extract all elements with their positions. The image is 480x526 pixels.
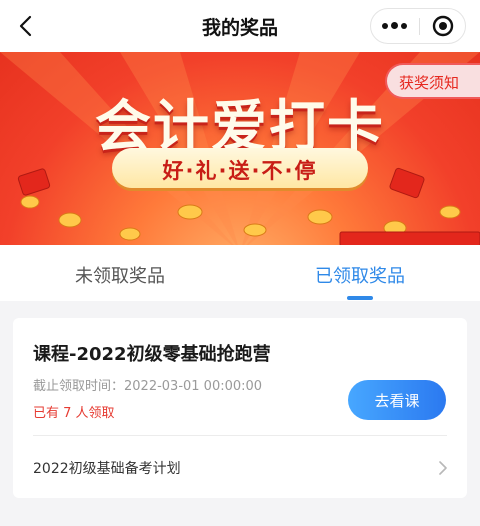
tab-unclaimed[interactable]: 未领取奖品: [40, 262, 200, 288]
target-icon[interactable]: [420, 9, 466, 43]
prize-tabs: 未领取奖品 已领取奖品: [0, 245, 480, 301]
study-plan-label: 2022初级基础备考计划: [33, 461, 181, 477]
banner-slogan-pill: 好·礼·送·不·停: [112, 148, 368, 188]
nav-bar: 我的奖品: [0, 0, 480, 52]
more-dots-icon[interactable]: [371, 9, 419, 43]
promo-banner: 获奖须知 会计爱打卡 好·礼·送·不·停: [0, 52, 480, 245]
banner-slogan: 好·礼·送·不·停: [162, 159, 318, 183]
course-title: 课程-2022初级零基础抢跑营: [33, 344, 271, 365]
view-course-button[interactable]: 去看课: [348, 380, 446, 420]
prize-card: 课程-2022初级零基础抢跑营 截止领取时间：2022-03-01 00:00:…: [13, 318, 467, 498]
claimed-count: 已有 7 人领取: [33, 406, 115, 421]
active-tab-indicator: [347, 296, 373, 300]
chevron-right-icon: [437, 460, 449, 475]
claim-deadline: 截止领取时间：2022-03-01 00:00:00: [33, 379, 263, 394]
study-plan-row[interactable]: 2022初级基础备考计划: [13, 436, 467, 498]
capsule-menu: [370, 8, 466, 44]
view-course-label: 去看课: [374, 392, 420, 410]
tab-claimed[interactable]: 已领取奖品: [280, 262, 440, 288]
